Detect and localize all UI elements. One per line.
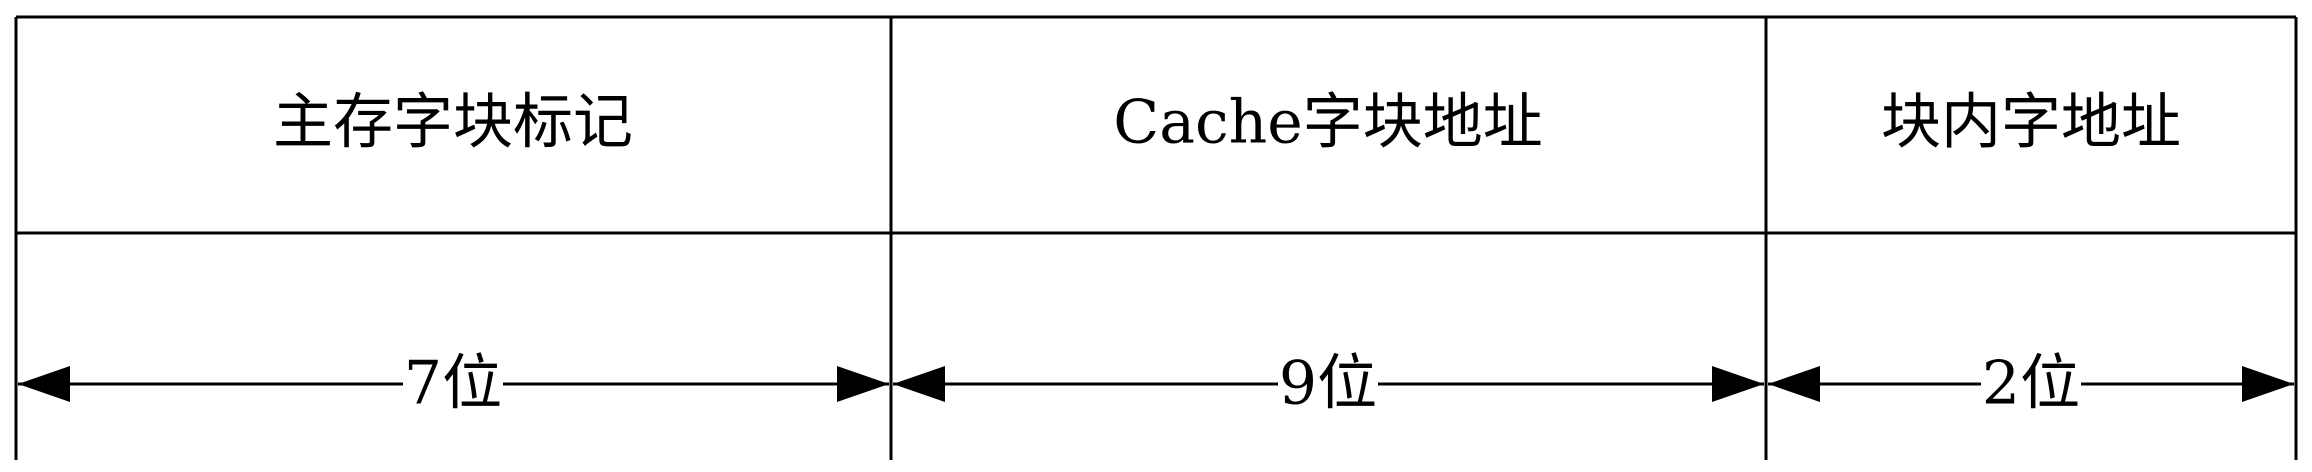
field-label-main-memory-tag: 主存字块标记 xyxy=(273,88,633,158)
field-label-cache-block-address: Cache字块地址 xyxy=(1113,88,1542,158)
width-label-main-memory-tag: 7位 xyxy=(404,349,502,419)
field-label-word-in-block-address: 块内字地址 xyxy=(1881,88,2181,158)
width-label-word-in-block-address: 2位 xyxy=(1982,349,2080,419)
address-format-diagram: 主存字块标记 7位 Cache字块地址 9位 块内字地址 2位 xyxy=(14,15,2298,460)
width-label-cache-block-address: 9位 xyxy=(1279,349,1377,419)
